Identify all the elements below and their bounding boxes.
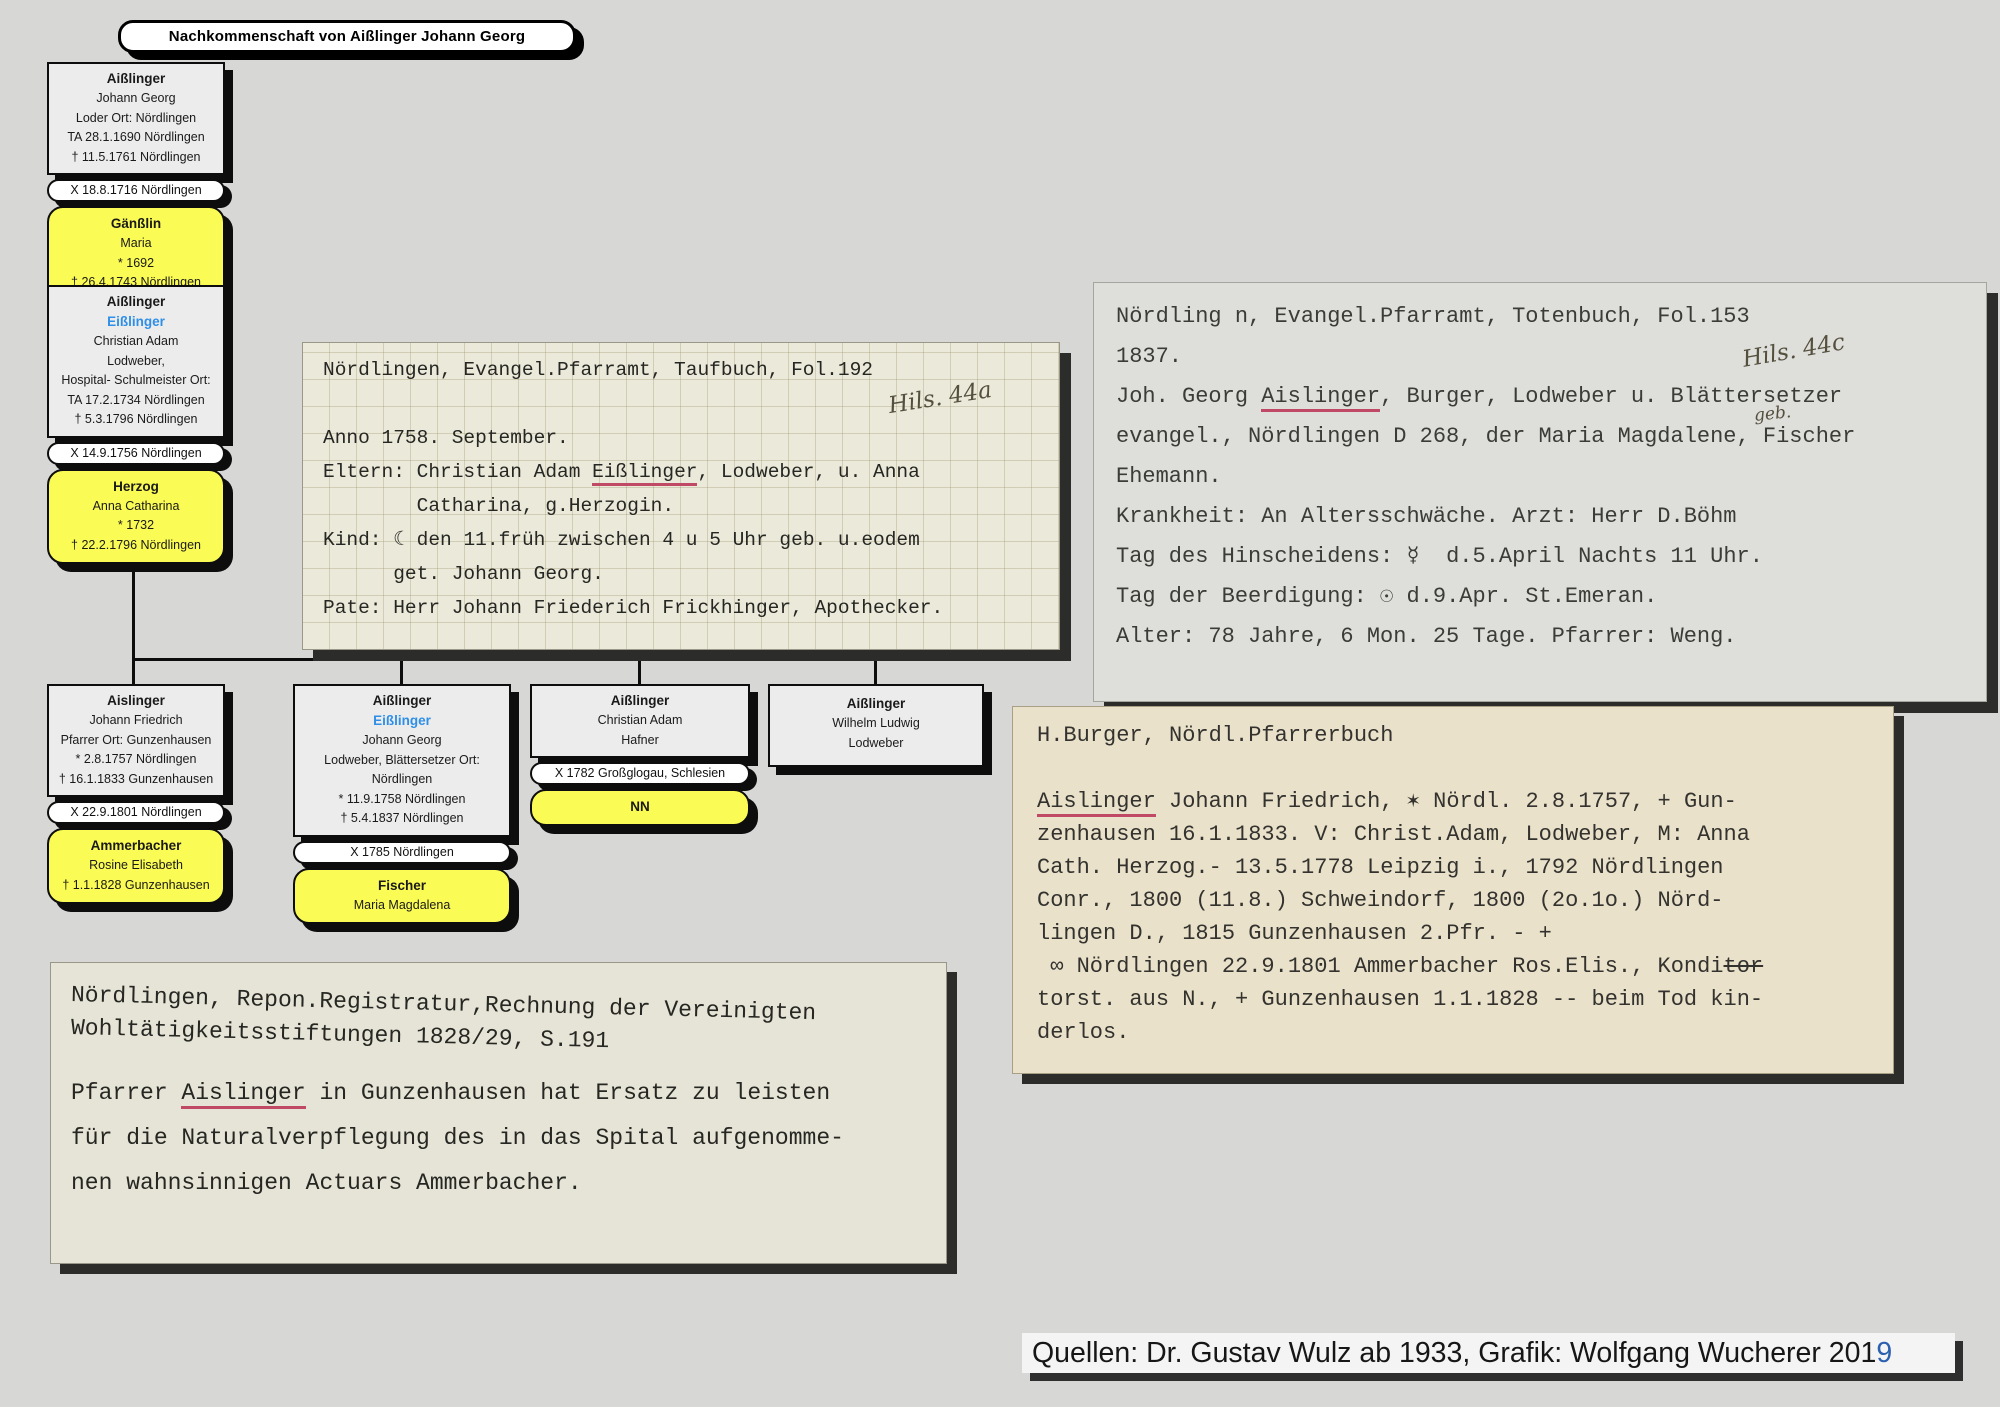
document-text: H.Burger, Nördl.PfarrerbuchAislinger Joh… — [1037, 719, 1869, 1049]
family-unit-christian-adam: Aißlinger Eißlinger Christian AdamLodweb… — [47, 285, 225, 564]
source-attribution-year-digit: 9 — [1876, 1337, 1892, 1370]
person-alt-surname: Eißlinger — [51, 312, 221, 332]
marriage-pill: X 22.9.1801 Nördlingen — [47, 801, 225, 824]
family-unit-johann-georg-sr: Aißlinger Johann GeorgLoder Ort: Nördlin… — [47, 62, 225, 302]
spouse-box-herzog: Herzog Anna Catharina* 1732† 22.2.1796 N… — [47, 469, 225, 565]
person-surname: Aißlinger — [51, 69, 221, 89]
marriage-pill: X 14.9.1756 Nördlingen — [47, 442, 225, 465]
person-box-johann-georg-jr: Aißlinger Eißlinger Johann GeorgLodweber… — [293, 684, 511, 837]
handwritten-note-geb: geb. — [1753, 402, 1792, 426]
chart-title: Nachkommenschaft von Aißlinger Johann Ge… — [169, 28, 525, 45]
spouse-surname: NN — [534, 797, 746, 817]
family-unit-christian-adam-jr: Aißlinger Christian AdamHafner X 1782 Gr… — [530, 684, 750, 826]
connector-bus — [132, 658, 878, 661]
person-surname: Aißlinger — [534, 691, 746, 711]
document-totenbuch: Nördling n, Evangel.Pfarramt, Totenbuch,… — [1093, 282, 1987, 702]
source-attribution-text: Quellen: Dr. Gustav Wulz ab 1933, Grafik… — [1032, 1337, 1876, 1370]
person-box-christian-adam-jr: Aißlinger Christian AdamHafner — [530, 684, 750, 758]
spouse-surname: Fischer — [297, 876, 507, 896]
chart-title-banner: Nachkommenschaft von Aißlinger Johann Ge… — [118, 20, 576, 53]
spouse-box-ammerbacher: Ammerbacher Rosine Elisabeth† 1.1.1828 G… — [47, 828, 225, 904]
spouse-details: Maria* 1692† 26.4.1743 Nördlingen — [51, 234, 221, 293]
person-box-christian-adam: Aißlinger Eißlinger Christian AdamLodweb… — [47, 285, 225, 438]
spouse-surname: Ammerbacher — [51, 836, 221, 856]
person-details: Wilhelm LudwigLodweber — [772, 714, 980, 753]
family-unit-johann-friedrich: Aislinger Johann FriedrichPfarrer Ort: G… — [47, 684, 225, 904]
person-box-wilhelm-ludwig: Aißlinger Wilhelm LudwigLodweber — [768, 684, 984, 767]
spouse-box-fischer: Fischer Maria Magdalena — [293, 868, 511, 925]
spouse-details: Maria Magdalena — [297, 896, 507, 916]
document-pfarrerbuch: H.Burger, Nördl.PfarrerbuchAislinger Joh… — [1012, 706, 1894, 1074]
document-taufbuch: Nördlingen, Evangel.Pfarramt, Taufbuch, … — [302, 342, 1060, 650]
marriage-pill: X 18.8.1716 Nördlingen — [47, 179, 225, 202]
person-alt-surname: Eißlinger — [297, 711, 507, 731]
genealogy-chart-canvas: Nachkommenschaft von Aißlinger Johann Ge… — [0, 0, 2000, 1407]
person-surname: Aislinger — [51, 691, 221, 711]
document-text: Nördlingen, Repon.Registratur,Rechnung d… — [71, 979, 926, 1206]
person-surname: Aißlinger — [51, 292, 221, 312]
marriage-pill: X 1785 Nördlingen — [293, 841, 511, 864]
document-registratur: Nördlingen, Repon.Registratur,Rechnung d… — [50, 962, 947, 1264]
spouse-details: Anna Catharina* 1732† 22.2.1796 Nördling… — [51, 497, 221, 556]
person-details: Johann GeorgLodweber, Blättersetzer Ort:… — [297, 731, 507, 829]
spouse-box-nn: NN — [530, 789, 750, 826]
marriage-pill: X 1782 Großglogau, Schlesien — [530, 762, 750, 785]
family-unit-wilhelm-ludwig: Aißlinger Wilhelm LudwigLodweber — [768, 684, 984, 767]
person-box-johann-friedrich: Aislinger Johann FriedrichPfarrer Ort: G… — [47, 684, 225, 797]
person-box-johann-georg-sr: Aißlinger Johann GeorgLoder Ort: Nördlin… — [47, 62, 225, 175]
person-details: Christian AdamLodweber,Hospital- Schulme… — [51, 332, 221, 430]
family-unit-johann-georg-jr: Aißlinger Eißlinger Johann GeorgLodweber… — [293, 684, 511, 924]
spouse-surname: Gänßlin — [51, 214, 221, 234]
source-attribution-bar: Quellen: Dr. Gustav Wulz ab 1933, Grafik… — [1022, 1333, 1955, 1373]
person-details: Johann GeorgLoder Ort: NördlingenTA 28.1… — [51, 89, 221, 167]
person-details: Johann FriedrichPfarrer Ort: Gunzenhause… — [51, 711, 221, 789]
person-details: Christian AdamHafner — [534, 711, 746, 750]
person-surname: Aißlinger — [297, 691, 507, 711]
person-surname: Aißlinger — [772, 694, 980, 714]
spouse-surname: Herzog — [51, 477, 221, 497]
spouse-details: Rosine Elisabeth† 1.1.1828 Gunzenhausen — [51, 856, 221, 895]
